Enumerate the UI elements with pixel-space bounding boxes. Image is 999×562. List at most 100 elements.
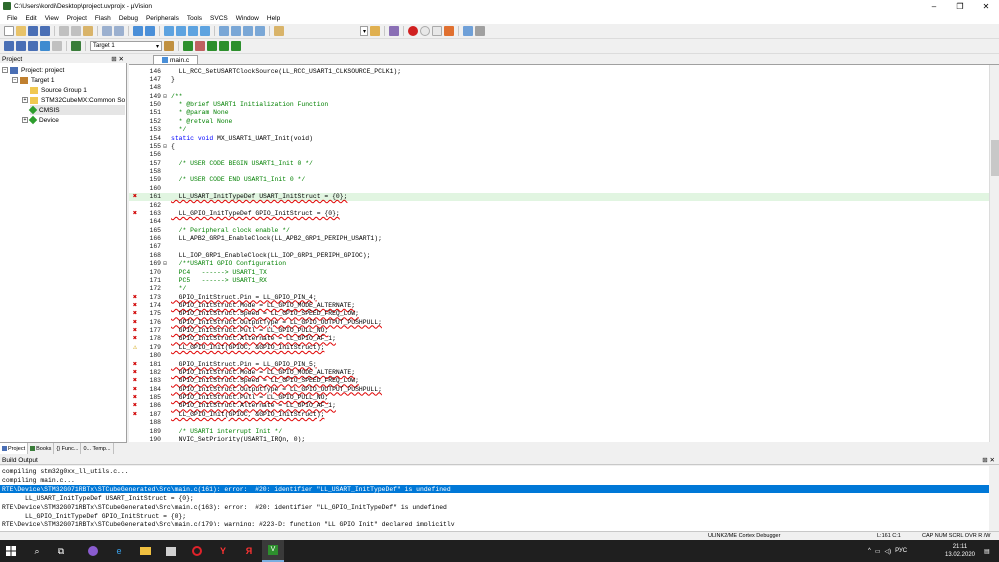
code-line[interactable]: 153 */ bbox=[129, 126, 989, 134]
save-icon[interactable] bbox=[28, 26, 38, 36]
panel-pin-icon[interactable]: ⊞ ✕ bbox=[111, 55, 124, 63]
window-layout-icon[interactable] bbox=[463, 26, 473, 36]
code-line[interactable]: 155 ⊟{ bbox=[129, 142, 989, 150]
code-line[interactable]: 156 bbox=[129, 151, 989, 159]
build-scrollbar[interactable] bbox=[989, 466, 999, 531]
code-line[interactable]: ✖ 185 GPIO_InitStruct.Pull = LL_GPIO_PULL… bbox=[129, 393, 989, 402]
nav-back-icon[interactable] bbox=[133, 26, 143, 36]
select-pack-icon[interactable] bbox=[207, 41, 217, 51]
code-line[interactable]: 157 /* USER CODE BEGIN USART1_Init 0 */ bbox=[129, 159, 989, 167]
stop-build-icon[interactable] bbox=[52, 41, 62, 51]
build-line[interactable]: LL_USART_InitTypeDef USART_InitStruct = … bbox=[2, 494, 194, 502]
comment-icon[interactable] bbox=[243, 26, 253, 36]
open-file-icon[interactable] bbox=[16, 26, 26, 36]
code-line[interactable]: 166 LL_APB2_GRP1_EnableClock(LL_APB2_GRP… bbox=[129, 234, 989, 242]
menu-flash[interactable]: Flash bbox=[91, 15, 115, 22]
code-line[interactable]: ✖ 177 GPIO_InitStruct.Pull = LL_GPIO_PULL… bbox=[129, 326, 989, 335]
code-line[interactable]: 147} bbox=[129, 75, 989, 83]
paste-icon[interactable] bbox=[83, 26, 93, 36]
code-line[interactable]: 154 static void MX_USART1_UART_Init(void) bbox=[129, 134, 989, 142]
menu-help[interactable]: Help bbox=[263, 15, 284, 22]
uncomment-icon[interactable] bbox=[255, 26, 265, 36]
error-marker-icon[interactable]: ✖ bbox=[129, 410, 141, 419]
configure-icon[interactable] bbox=[475, 26, 485, 36]
edge-icon[interactable]: e bbox=[108, 540, 130, 562]
code-line[interactable]: 152 * @retval None bbox=[129, 117, 989, 125]
target-select[interactable]: Target 1 ▾ bbox=[90, 41, 162, 51]
error-marker-icon[interactable]: ✖ bbox=[129, 209, 141, 218]
breakpoint-icon[interactable] bbox=[420, 26, 430, 36]
minimize-button[interactable]: – bbox=[921, 0, 947, 12]
close-button[interactable]: ✕ bbox=[973, 0, 999, 12]
tree-project-root[interactable]: − Project: project bbox=[2, 65, 64, 75]
bookmark-icon[interactable] bbox=[164, 26, 174, 36]
uvision-taskbar-icon[interactable]: V bbox=[262, 540, 284, 562]
unindent-icon[interactable] bbox=[231, 26, 241, 36]
code-line[interactable]: ✖ 178 GPIO_InitStruct.Alternate = LL_GPIO… bbox=[129, 335, 989, 343]
translate-icon[interactable] bbox=[4, 41, 14, 51]
store-icon[interactable] bbox=[160, 540, 182, 562]
menu-edit[interactable]: Edit bbox=[21, 15, 40, 22]
debug-start-icon[interactable] bbox=[408, 26, 418, 36]
code-line[interactable]: 169 ⊟ /**USART1 GPIO Configuration bbox=[129, 260, 989, 268]
editor-tab-main-c[interactable]: main.c bbox=[153, 55, 199, 64]
build-icon[interactable] bbox=[16, 41, 26, 51]
opera-icon[interactable] bbox=[186, 540, 208, 562]
build-output-close-icon[interactable]: ⊞ ✕ bbox=[982, 456, 995, 464]
code-line[interactable]: 172 */ bbox=[129, 285, 989, 293]
code-line[interactable]: 165 /* Peripheral clock enable */ bbox=[129, 226, 989, 234]
code-line[interactable]: 167 bbox=[129, 243, 989, 251]
cortana-icon[interactable] bbox=[82, 540, 104, 562]
download-icon[interactable] bbox=[71, 41, 81, 51]
fold-icon[interactable]: ⊟ bbox=[161, 260, 169, 267]
code-line[interactable]: ✖ 163 LL_GPIO_InitTypeDef GPIO_InitStruct… bbox=[129, 209, 989, 218]
code-line[interactable]: ✖ 187 LL_GPIO_Init(GPIOC, &GPIO_InitStruc… bbox=[129, 410, 989, 419]
editor-scrollbar[interactable] bbox=[989, 65, 999, 442]
rebuild-icon[interactable] bbox=[28, 41, 38, 51]
code-line[interactable]: 150 * @brief USART1 Initialization Funct… bbox=[129, 100, 989, 108]
disable-breakpoint-icon[interactable] bbox=[432, 26, 442, 36]
yandex-browser-icon[interactable]: Y bbox=[212, 540, 234, 562]
windows-start-icon[interactable] bbox=[0, 540, 22, 562]
menu-window[interactable]: Window bbox=[232, 15, 263, 22]
tab-templates[interactable]: 0... Temp... bbox=[81, 443, 114, 454]
code-line[interactable]: ✖ 183 GPIO_InitStruct.Speed = LL_GPIO_SPE… bbox=[129, 377, 989, 385]
find-in-files-icon[interactable] bbox=[274, 26, 284, 36]
undo-icon[interactable] bbox=[102, 26, 112, 36]
fold-icon[interactable]: ⊟ bbox=[161, 93, 169, 100]
tab-books[interactable]: Books bbox=[28, 443, 55, 454]
manage-items-icon[interactable] bbox=[195, 41, 205, 51]
build-line[interactable]: RTE\Device\STM32G071RBTx\STCubeGenerated… bbox=[2, 503, 447, 511]
menu-project[interactable]: Project bbox=[63, 15, 91, 22]
incremental-find-icon[interactable] bbox=[389, 26, 399, 36]
code-line[interactable]: 151 * @param None bbox=[129, 109, 989, 117]
code-line[interactable]: 159 /* USER CODE END USART1_Init 0 */ bbox=[129, 176, 989, 184]
indent-icon[interactable] bbox=[219, 26, 229, 36]
tab-project[interactable]: Project bbox=[0, 443, 29, 454]
code-line[interactable]: ✖ 173 GPIO_InitStruct.Pin = LL_GPIO_PIN_4… bbox=[129, 293, 989, 302]
prev-bookmark-icon[interactable] bbox=[176, 26, 186, 36]
tree-cmsis[interactable]: CMSIS bbox=[28, 105, 125, 115]
find-icon[interactable] bbox=[370, 26, 380, 36]
build-line-selected-error[interactable]: RTE\Device\STM32G071RBTx\STCubeGenerated… bbox=[0, 485, 989, 494]
tree-device[interactable]: + Device bbox=[22, 115, 59, 125]
menu-debug[interactable]: Debug bbox=[115, 15, 142, 22]
clock[interactable]: 21:11 13.02.2020 bbox=[942, 540, 978, 562]
batch-build-icon[interactable] bbox=[40, 41, 50, 51]
tray-chevron-icon[interactable]: ^ bbox=[868, 548, 871, 554]
menu-peripherals[interactable]: Peripherals bbox=[142, 15, 183, 22]
code-line[interactable]: 180 bbox=[129, 352, 989, 360]
save-all-icon[interactable] bbox=[40, 26, 50, 36]
build-line[interactable]: LL_GPIO_InitTypeDef GPIO_InitStruct = {0… bbox=[2, 512, 186, 520]
code-line[interactable]: ✖ 176 GPIO_InitStruct.OutputType = LL_GPI… bbox=[129, 318, 989, 327]
volume-icon[interactable]: ◁) bbox=[885, 548, 892, 555]
language-indicator[interactable]: РУС bbox=[895, 548, 907, 554]
code-line[interactable]: ⚠ 179 LL_GPIO_Init(GPIOC, &GPIO_InitStruc… bbox=[129, 343, 989, 352]
code-line[interactable]: 148 bbox=[129, 84, 989, 92]
find-dropdown[interactable]: ▾ bbox=[360, 26, 368, 36]
nav-forward-icon[interactable] bbox=[145, 26, 155, 36]
new-file-icon[interactable] bbox=[4, 26, 14, 36]
build-line[interactable]: RTE\Device\STM32G071RBTx\STCubeGenerated… bbox=[2, 521, 455, 526]
build-output[interactable]: compiling stm32g0xx_ll_utils.c... compil… bbox=[0, 466, 999, 531]
menu-view[interactable]: View bbox=[41, 15, 63, 22]
